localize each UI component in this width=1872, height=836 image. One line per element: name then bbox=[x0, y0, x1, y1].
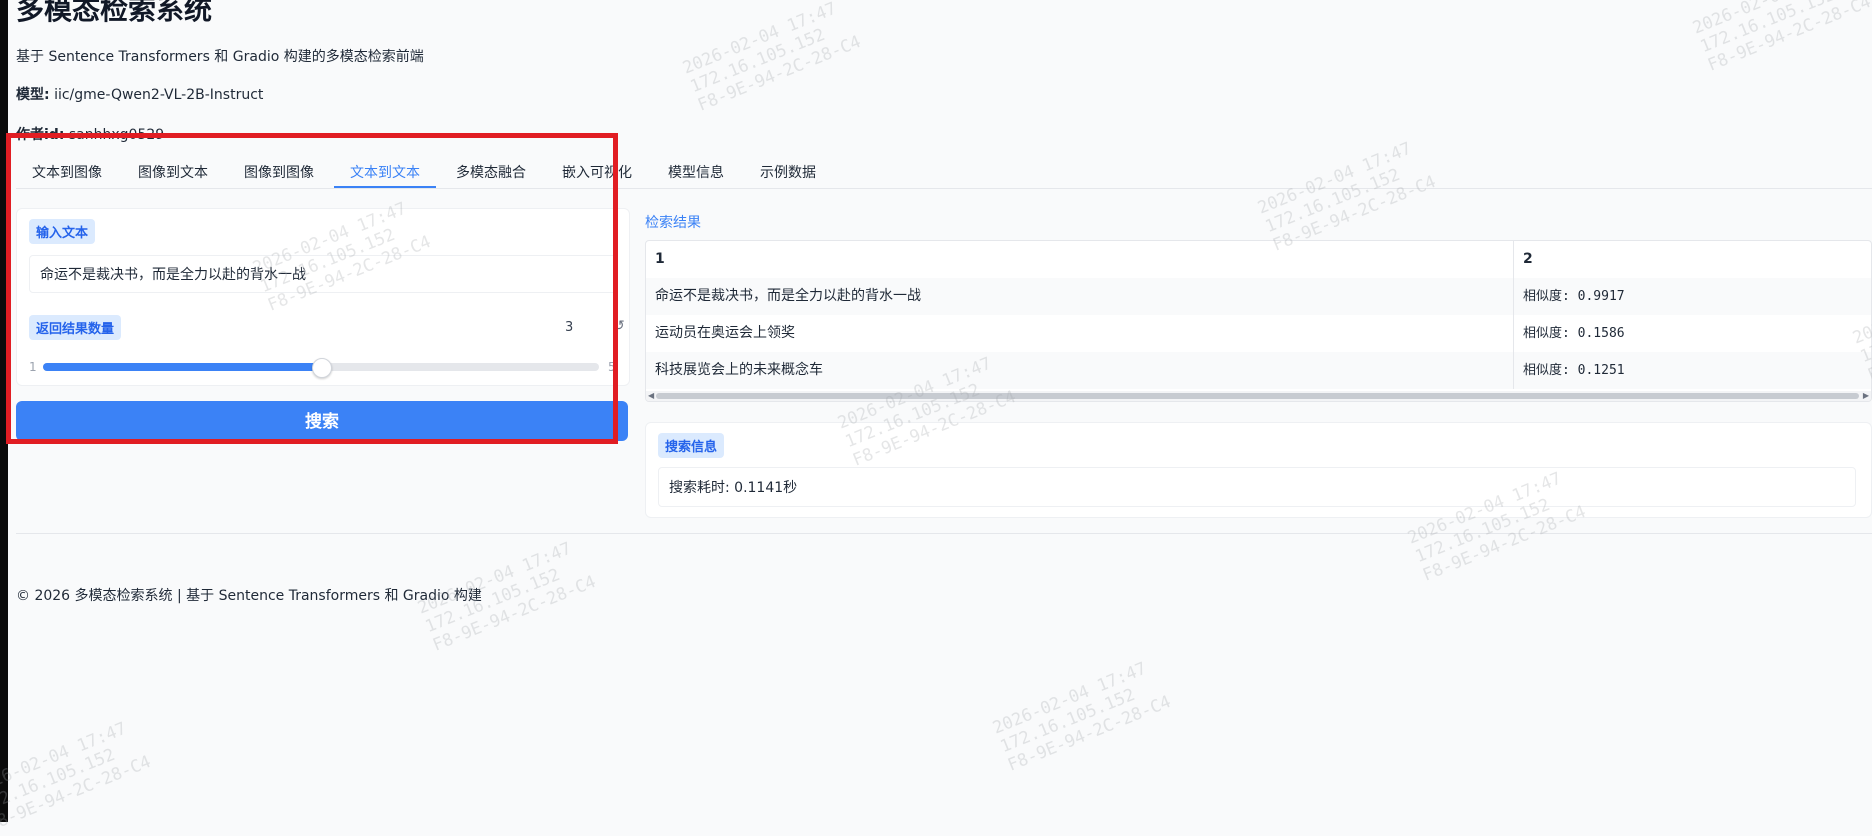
watermark-text: 2026-02-04 17:47 172.16.105.152 F8-9E-94… bbox=[1690, 0, 1872, 76]
table-cell: 相似度: 0.1586 bbox=[1523, 326, 1625, 341]
search-button[interactable]: 搜索 bbox=[16, 401, 628, 441]
results-label: 检索结果 bbox=[645, 215, 701, 231]
scroll-left-icon[interactable]: ◀ bbox=[648, 391, 654, 401]
input-text-label: 输入文本 bbox=[29, 219, 96, 244]
tab-text-to-image[interactable]: 文本到图像 bbox=[16, 160, 118, 188]
table-cell: 相似度: 0.9917 bbox=[1523, 289, 1625, 304]
model-value: iic/gme-Qwen2-VL-2B-Instruct bbox=[54, 87, 264, 103]
tab-sample-data[interactable]: 示例数据 bbox=[744, 160, 832, 188]
watermark-text: 2026-02-04 17:47 172.16.105.152 F8-9E-94… bbox=[680, 0, 864, 116]
footer-divider bbox=[16, 533, 1872, 534]
tab-embedding-visualization[interactable]: 嵌入可视化 bbox=[546, 160, 648, 188]
window-edge bbox=[0, 0, 8, 822]
search-info-text: 搜索耗时: 0.1141秒 bbox=[658, 467, 1856, 507]
tab-image-to-text[interactable]: 图像到文本 bbox=[122, 160, 224, 188]
tab-model-info[interactable]: 模型信息 bbox=[652, 160, 740, 188]
reset-icon[interactable]: ↺ bbox=[613, 318, 625, 334]
watermark-text: 2026-02-04 17:47 172.16.105.152 F8-9E-94… bbox=[0, 718, 154, 836]
scrollbar-thumb[interactable] bbox=[656, 393, 1859, 399]
watermark-text: 2026-02-04 17:47 172.16.105.152 F8-9E-94… bbox=[1255, 138, 1439, 256]
slider-fill bbox=[43, 363, 321, 371]
table-row: 命运不是裁决书，而是全力以赴的背水一战 相似度: 0.9917 bbox=[646, 278, 1871, 315]
result-count-input[interactable]: 3 bbox=[537, 317, 597, 339]
author-label: 作者id: bbox=[16, 127, 65, 143]
search-info-label: 搜索信息 bbox=[658, 433, 725, 458]
tab-image-to-image[interactable]: 图像到图像 bbox=[228, 160, 330, 188]
table-header-cell: 1 bbox=[646, 241, 1514, 278]
page-title: 多模态检索系统 bbox=[16, 0, 213, 26]
tab-multimodal-fusion[interactable]: 多模态融合 bbox=[440, 160, 542, 188]
scroll-right-icon[interactable]: ▶ bbox=[1863, 391, 1869, 401]
table-header-row: 1 2 bbox=[646, 241, 1871, 278]
model-info: 模型: iic/gme-Qwen2-VL-2B-Instruct bbox=[16, 84, 263, 104]
tab-text-to-text[interactable]: 文本到文本 bbox=[334, 160, 436, 188]
page-subtitle: 基于 Sentence Transformers 和 Gradio 构建的多模态… bbox=[16, 49, 424, 65]
result-count-label: 返回结果数量 bbox=[29, 315, 122, 340]
slider-thumb[interactable] bbox=[312, 358, 332, 378]
model-label: 模型: bbox=[16, 87, 50, 103]
horizontal-scrollbar[interactable]: ◀ ▶ bbox=[646, 391, 1871, 401]
slider-min-label: 1 bbox=[29, 360, 37, 374]
table-header-cell: 2 bbox=[1523, 251, 1533, 267]
query-input[interactable]: 命运不是裁决书，而是全力以赴的背水一战 bbox=[29, 255, 617, 293]
table-row: 科技展览会上的未来概念车 相似度: 0.1251 bbox=[646, 352, 1871, 389]
tab-bar: 文本到图像 图像到文本 图像到图像 文本到文本 多模态融合 嵌入可视化 模型信息… bbox=[16, 160, 1872, 189]
table-row: 运动员在奥运会上领奖 相似度: 0.1586 bbox=[646, 315, 1871, 352]
watermark-text: 2026-02-04 17:47 172.16.105.152 F8-9E-94… bbox=[990, 658, 1174, 776]
slider-max-label: 5 bbox=[608, 360, 616, 374]
footer-text: © 2026 多模态检索系统 | 基于 Sentence Transformer… bbox=[16, 588, 482, 604]
result-count-slider[interactable] bbox=[43, 358, 599, 378]
table-cell: 科技展览会上的未来概念车 bbox=[646, 352, 1514, 389]
table-cell: 运动员在奥运会上领奖 bbox=[646, 315, 1514, 352]
table-cell: 命运不是裁决书，而是全力以赴的背水一战 bbox=[646, 278, 1514, 315]
search-info-panel: 搜索信息 搜索耗时: 0.1141秒 bbox=[645, 422, 1872, 518]
results-table: 1 2 命运不是裁决书，而是全力以赴的背水一战 相似度: 0.9917 运动员在… bbox=[645, 240, 1872, 402]
author-value: sanhhxg0529 bbox=[68, 127, 165, 143]
table-cell: 相似度: 0.1251 bbox=[1523, 363, 1625, 378]
query-panel: 输入文本 命运不是裁决书，而是全力以赴的背水一战 返回结果数量 3 ↺ 1 5 bbox=[16, 208, 630, 386]
author-info: 作者id: sanhhxg0529 bbox=[16, 124, 164, 144]
